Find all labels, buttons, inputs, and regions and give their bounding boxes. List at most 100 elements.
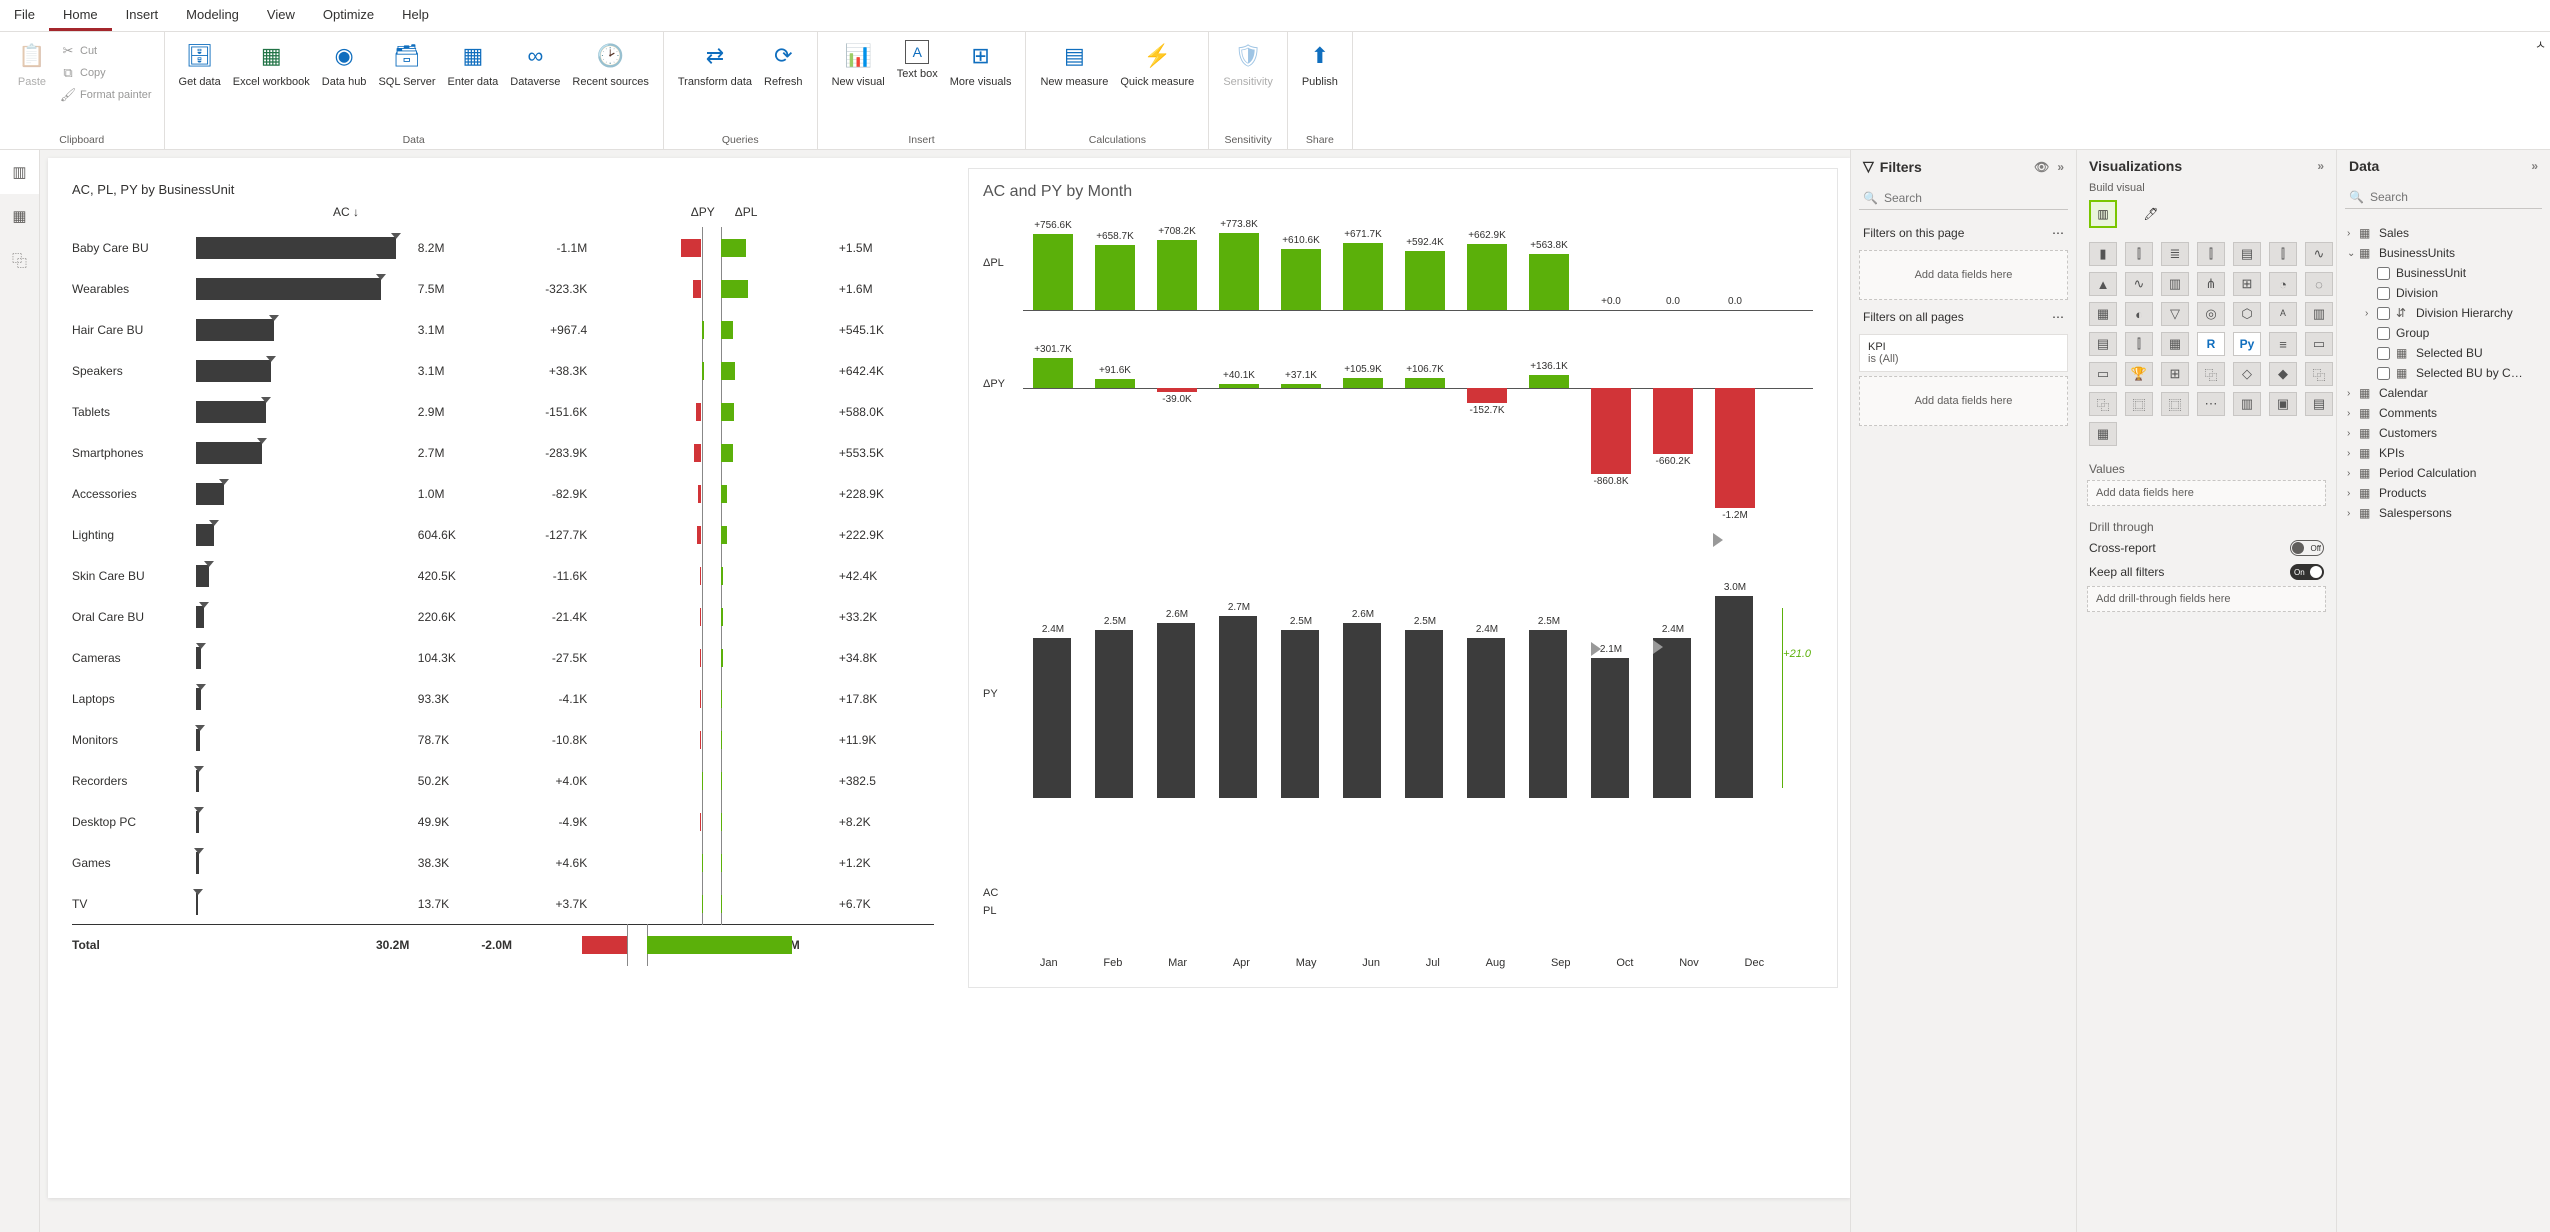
table-row[interactable]: Recorders 50.2K +4.0K +382.5 xyxy=(72,760,934,801)
viz-type-option[interactable]: ▭ xyxy=(2089,362,2117,386)
build-visual-tab[interactable]: ▥ xyxy=(2089,200,2117,228)
viz-type-option[interactable]: ⊞ xyxy=(2233,272,2261,296)
new-measure-button[interactable]: ▤New measure xyxy=(1034,36,1114,93)
table-row[interactable]: Skin Care BU 420.5K -11.6K +42.4K xyxy=(72,555,934,596)
keep-filters-toggle[interactable]: On xyxy=(2290,564,2324,580)
viz-type-option[interactable]: ▮ xyxy=(2089,242,2117,266)
model-view-button[interactable]: ⿻ xyxy=(0,238,39,282)
viz-type-option[interactable]: ▽ xyxy=(2161,302,2189,326)
report-page[interactable]: AC, PL, PY by BusinessUnit AC ↓ ΔPY ΔPL … xyxy=(48,158,1850,1198)
viz-type-option[interactable]: ⫿ xyxy=(2125,332,2153,356)
viz-type-option[interactable]: ⫿ xyxy=(2197,242,2225,266)
viz-type-option[interactable]: ▥ xyxy=(2161,272,2189,296)
viz-type-option[interactable]: ⿻ xyxy=(2305,362,2333,386)
tab-insert[interactable]: Insert xyxy=(112,0,173,31)
viz-type-option[interactable]: ⫿ xyxy=(2269,242,2297,266)
table-row[interactable]: Hair Care BU 3.1M +967.4 +545.1K xyxy=(72,309,934,350)
table-row[interactable]: Desktop PC 49.9K -4.9K +8.2K xyxy=(72,801,934,842)
table-row[interactable]: Cameras 104.3K -27.5K +34.8K xyxy=(72,637,934,678)
viz-type-option[interactable]: ⫿ xyxy=(2125,242,2153,266)
report-view-button[interactable]: ▥ xyxy=(0,150,39,194)
report-canvas[interactable]: AC, PL, PY by BusinessUnit AC ↓ ΔPY ΔPL … xyxy=(40,150,1850,1232)
viz-type-option[interactable]: ⋔ xyxy=(2197,272,2225,296)
table-row[interactable]: TV 13.7K +3.7K +6.7K xyxy=(72,883,934,924)
tab-optimize[interactable]: Optimize xyxy=(309,0,388,31)
recent-sources-button[interactable]: 🕑Recent sources xyxy=(566,36,654,93)
play-icon[interactable] xyxy=(1653,640,1663,654)
filters-on-page-header[interactable]: Filters on this page⋯ xyxy=(1851,220,2076,246)
table-node[interactable]: ›▦Period Calculation xyxy=(2343,463,2544,483)
refresh-button[interactable]: ⟳Refresh xyxy=(758,36,809,93)
viz-type-option[interactable]: ⿻ xyxy=(2089,392,2117,416)
data-hub-button[interactable]: ◉Data hub xyxy=(316,36,373,93)
table-node[interactable]: ›▦KPIs xyxy=(2343,443,2544,463)
viz-type-option[interactable]: ∿ xyxy=(2125,272,2153,296)
dataverse-button[interactable]: ∞Dataverse xyxy=(504,36,566,93)
tab-home[interactable]: Home xyxy=(49,0,112,31)
business-unit-visual[interactable]: AC, PL, PY by BusinessUnit AC ↓ ΔPY ΔPL … xyxy=(58,168,948,1188)
format-painter-button[interactable]: 🖌Format painter xyxy=(56,84,156,106)
table-row[interactable]: Laptops 93.3K -4.1K +17.8K xyxy=(72,678,934,719)
viz-type-option[interactable]: ▲ xyxy=(2089,272,2117,296)
transform-data-button[interactable]: ⇄Transform data xyxy=(672,36,758,93)
excel-button[interactable]: ▦Excel workbook xyxy=(227,36,316,93)
tab-modeling[interactable]: Modeling xyxy=(172,0,253,31)
filters-on-all-header[interactable]: Filters on all pages⋯ xyxy=(1851,304,2076,330)
all-filter-drop[interactable]: Add data fields here xyxy=(1859,376,2068,426)
viz-type-option[interactable]: ⿴ xyxy=(2125,392,2153,416)
viz-type-option[interactable]: ▥ xyxy=(2305,302,2333,326)
hide-icon[interactable]: 👁 xyxy=(2034,160,2049,174)
viz-type-option[interactable]: ⊞ xyxy=(2161,362,2189,386)
viz-type-option[interactable]: ⿴ xyxy=(2161,392,2189,416)
data-view-button[interactable]: ▦ xyxy=(0,194,39,238)
month-visual[interactable]: AC and PY by Month ΔPL +756.6K+658.7K+70… xyxy=(968,168,1838,988)
expand-icon[interactable]: » xyxy=(2317,159,2324,173)
viz-type-option[interactable]: ᴬ xyxy=(2269,302,2297,326)
viz-type-option[interactable]: ◔ xyxy=(2269,272,2297,296)
viz-type-option[interactable]: ≣ xyxy=(2161,242,2189,266)
sensitivity-button[interactable]: 🛡Sensitivity xyxy=(1217,36,1279,93)
field-node[interactable]: BusinessUnit xyxy=(2343,263,2544,283)
table-row[interactable]: Tablets 2.9M -151.6K +588.0K xyxy=(72,391,934,432)
viz-type-option[interactable]: ⿻ xyxy=(2197,362,2225,386)
play-icon[interactable] xyxy=(1591,642,1601,656)
expand-icon[interactable]: » xyxy=(2057,160,2064,174)
publish-button[interactable]: ⬆Publish xyxy=(1296,36,1344,93)
viz-type-option[interactable]: ◆ xyxy=(2269,362,2297,386)
field-node[interactable]: ▦Selected BU xyxy=(2343,343,2544,363)
sql-button[interactable]: 🗃SQL Server xyxy=(372,36,441,93)
text-box-button[interactable]: AText box xyxy=(891,36,944,85)
header-dpl[interactable]: ΔPL xyxy=(725,205,934,219)
more-visuals-button[interactable]: ⊞More visuals xyxy=(944,36,1018,93)
table-node[interactable]: ›▦Sales xyxy=(2343,223,2544,243)
viz-type-option[interactable]: ≡ xyxy=(2269,332,2297,356)
table-row[interactable]: Lighting 604.6K -127.7K +222.9K xyxy=(72,514,934,555)
copy-button[interactable]: ⧉Copy xyxy=(56,62,156,84)
tab-file[interactable]: File xyxy=(0,0,49,31)
header-dpy[interactable]: ΔPY xyxy=(496,205,725,219)
table-node[interactable]: ⌄▦BusinessUnits xyxy=(2343,243,2544,263)
ribbon-collapse-button[interactable]: ㅅ xyxy=(2535,36,2546,53)
expand-icon[interactable]: » xyxy=(2531,159,2538,173)
table-row[interactable]: Wearables 7.5M -323.3K +1.6M xyxy=(72,268,934,309)
tab-help[interactable]: Help xyxy=(388,0,443,31)
page-filter-drop[interactable]: Add data fields here xyxy=(1859,250,2068,300)
data-search[interactable]: 🔍 xyxy=(2345,186,2542,209)
tab-view[interactable]: View xyxy=(253,0,309,31)
filters-search[interactable]: 🔍 xyxy=(1859,187,2068,210)
table-row[interactable]: Accessories 1.0M -82.9K +228.9K xyxy=(72,473,934,514)
play-icon[interactable] xyxy=(1713,533,1723,547)
viz-type-option[interactable]: ▤ xyxy=(2089,332,2117,356)
viz-type-option[interactable]: ▣ xyxy=(2269,392,2297,416)
viz-type-option[interactable]: ▤ xyxy=(2305,392,2333,416)
quick-measure-button[interactable]: ⚡Quick measure xyxy=(1114,36,1200,93)
drill-well[interactable]: Add drill-through fields here xyxy=(2087,586,2326,612)
kpi-filter-card[interactable]: KPI is (All) xyxy=(1859,334,2068,372)
field-node[interactable]: Group xyxy=(2343,323,2544,343)
paste-button[interactable]: 📋 Paste xyxy=(8,36,56,93)
viz-type-option[interactable]: R xyxy=(2197,332,2225,356)
get-data-button[interactable]: 🗄Get data xyxy=(173,36,227,93)
viz-type-option[interactable]: ▤ xyxy=(2233,242,2261,266)
table-row[interactable]: Speakers 3.1M +38.3K +642.4K xyxy=(72,350,934,391)
format-visual-tab[interactable]: 🖊 xyxy=(2137,200,2165,228)
